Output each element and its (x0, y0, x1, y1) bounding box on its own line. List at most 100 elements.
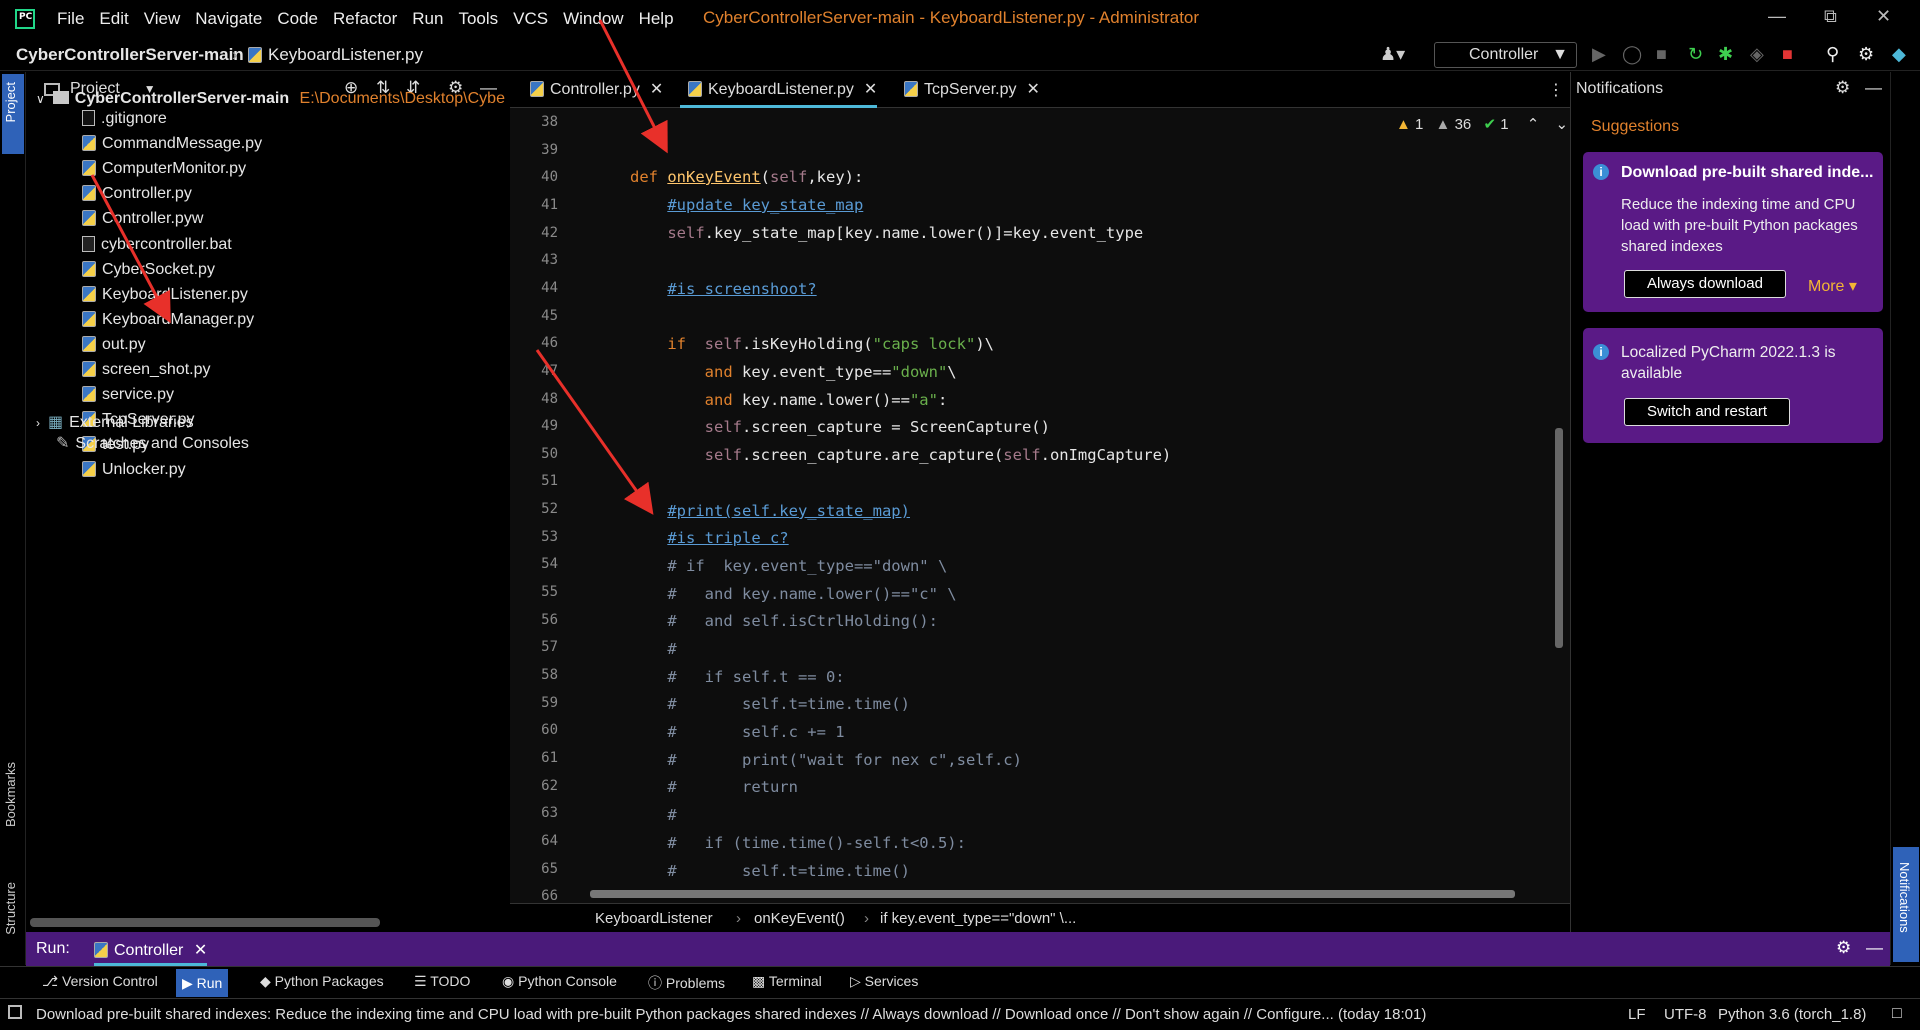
menu-vcs[interactable]: VCS (513, 9, 548, 29)
gear-icon[interactable]: ⚙ (1858, 44, 1874, 65)
code-line-54[interactable]: # if key.event_type=="down" \ (630, 557, 947, 575)
menu-refactor[interactable]: Refactor (333, 9, 397, 29)
code-line-60[interactable]: # self.c += 1 (630, 723, 844, 741)
tool-python-packages[interactable]: ◆ Python Packages (260, 973, 384, 990)
line-separator[interactable]: LF (1628, 1006, 1646, 1023)
code-line-41[interactable]: #update key_state_map (630, 196, 863, 214)
crumb-statement[interactable]: if key.event_type=="down" \... (880, 910, 1076, 927)
code-line-64[interactable]: # if (time.time()-self.t<0.5): (630, 834, 966, 852)
code-line-59[interactable]: # self.t=time.time() (630, 695, 910, 713)
breadcrumb-file[interactable]: KeyboardListener.py (248, 45, 423, 65)
tool-python-console[interactable]: ◉ Python Console (502, 973, 617, 990)
editor-horizontal-scrollbar[interactable] (590, 890, 1515, 898)
menu-tools[interactable]: Tools (458, 9, 498, 29)
menu-help[interactable]: Help (639, 9, 674, 29)
tool-todo[interactable]: ☰ TODO (414, 973, 470, 990)
notifications-tool-label[interactable]: Notifications (1897, 862, 1912, 933)
bookmarks-tool-label[interactable]: Bookmarks (3, 762, 18, 827)
tree-file[interactable]: cybercontroller.bat (82, 234, 232, 256)
tree-file[interactable]: out.py (82, 334, 146, 356)
code-line-52[interactable]: #print(self.key_state_map) (630, 502, 910, 520)
chevron-up-icon[interactable]: ⌃ (1527, 116, 1540, 133)
stop-icon[interactable]: ■ (1782, 44, 1793, 65)
code-line-65[interactable]: # self.t=time.time() (630, 862, 910, 880)
debug-run-icon[interactable]: ◯ (1622, 44, 1642, 65)
chevron-down-icon[interactable]: ⌄ (1555, 116, 1568, 133)
menu-view[interactable]: View (144, 9, 181, 29)
more-tabs-icon[interactable]: ⋮ (1548, 80, 1564, 100)
tree-file[interactable]: service.py (82, 384, 174, 406)
tool-version-control[interactable]: ⎇ Version Control (42, 973, 158, 990)
gear-icon[interactable]: ⚙ (1835, 78, 1850, 98)
minimize-icon[interactable]: — (1768, 6, 1786, 27)
tab-keyboard-listener[interactable]: KeyboardListener.py ✕ (680, 72, 878, 108)
gear-icon[interactable]: ⚙ (1836, 938, 1851, 958)
python-interpreter[interactable]: Python 3.6 (torch_1.8) (1718, 1006, 1866, 1023)
vertical-scrollbar[interactable] (1555, 428, 1563, 648)
code-line-50[interactable]: self.screen_capture.are_capture(self.onI… (630, 446, 1172, 464)
inspection-widget[interactable]: ▲ 1 ▲ 36 ✔ 1 ⌃ ⌄ (1396, 115, 1568, 133)
structure-tool-label[interactable]: Structure (3, 882, 18, 935)
code-line-44[interactable]: #is screenshoot? (630, 280, 816, 298)
crumb-function[interactable]: onKeyEvent() (754, 910, 845, 927)
tab-tcp-server[interactable]: TcpServer.py ✕ (896, 72, 1040, 108)
bug-icon[interactable]: ✱ (1718, 44, 1733, 65)
file-encoding[interactable]: UTF-8 (1664, 1006, 1707, 1023)
menu-code[interactable]: Code (277, 9, 318, 29)
tree-file[interactable]: Controller.py (82, 183, 192, 205)
code-line-62[interactable]: # return (630, 778, 798, 796)
tab-controller[interactable]: Controller.py ✕ (522, 72, 663, 108)
code-line-56[interactable]: # and self.isCtrlHolding(): (630, 612, 938, 630)
close-tab-icon[interactable]: ✕ (864, 81, 877, 98)
tool-run[interactable]: ▶ Run (176, 969, 229, 997)
run-icon[interactable]: ▶ (1592, 44, 1606, 65)
more-link[interactable]: More ▾ (1808, 276, 1857, 296)
tree-scratches[interactable]: ✎ Scratches and Consoles (56, 433, 249, 455)
breadcrumb-project[interactable]: CyberControllerServer-main (16, 45, 244, 65)
always-download-button[interactable]: Always download (1624, 270, 1786, 298)
tree-file[interactable]: KeyboardListener.py (82, 284, 248, 306)
hide-panel-icon[interactable]: — (1866, 938, 1883, 958)
jetbrains-icon[interactable]: ◆ (1892, 44, 1906, 65)
code-line-40[interactable]: def onKeyEvent(self,key): (630, 168, 863, 186)
tool-problems[interactable]: ⓘ Problems (648, 973, 725, 993)
notifications-bell-icon[interactable]: □ (1892, 1005, 1902, 1023)
rerun-icon[interactable]: ↻ (1688, 44, 1703, 65)
code-line-63[interactable]: # (630, 806, 676, 824)
user-icon[interactable]: ♟▾ (1380, 44, 1405, 65)
restore-icon[interactable]: ⧉ (1824, 6, 1837, 27)
code-line-42[interactable]: self.key_state_map[key.name.lower()]=key… (630, 224, 1143, 242)
close-tab-icon[interactable]: ✕ (1026, 81, 1039, 98)
crumb-class[interactable]: KeyboardListener (595, 910, 713, 927)
tree-file[interactable]: ComputerMonitor.py (82, 158, 246, 180)
tree-file[interactable]: Controller.pyw (82, 208, 203, 230)
coverage-icon[interactable]: ◈ (1750, 44, 1764, 65)
horizontal-scrollbar[interactable] (30, 918, 380, 927)
switch-and-restart-button[interactable]: Switch and restart (1624, 398, 1790, 426)
tool-services[interactable]: ▷ Services (850, 973, 918, 990)
code-line-49[interactable]: self.screen_capture = ScreenCapture() (630, 418, 1050, 436)
status-message[interactable]: Download pre-built shared indexes: Reduc… (36, 1006, 1426, 1023)
menu-edit[interactable]: Edit (99, 9, 128, 29)
close-tab-icon[interactable]: ✕ (194, 942, 207, 959)
menu-run[interactable]: Run (412, 9, 443, 29)
code-line-53[interactable]: #is triple c? (630, 529, 788, 547)
menu-file[interactable]: File (57, 9, 84, 29)
code-line-48[interactable]: and key.name.lower()=="a": (630, 391, 948, 409)
menu-window[interactable]: Window (563, 9, 623, 29)
project-tool-label[interactable]: Project (3, 82, 18, 122)
status-toggle-icon[interactable] (8, 1005, 22, 1019)
close-window-icon[interactable]: ✕ (1876, 6, 1891, 27)
run-config-select[interactable]: Controller ▼ (1434, 42, 1577, 68)
code-line-57[interactable]: # (630, 640, 676, 658)
tree-external-libraries[interactable]: › ▦ External Libraries (36, 412, 194, 434)
tree-file[interactable]: KeyboardManager.py (82, 309, 254, 331)
tree-file[interactable]: screen_shot.py (82, 359, 211, 381)
tree-file[interactable]: Unlocker.py (82, 459, 186, 481)
stop-gray-icon[interactable]: ■ (1656, 44, 1667, 65)
tree-file[interactable]: CyberSocket.py (82, 259, 215, 281)
code-line-58[interactable]: # if self.t == 0: (630, 668, 844, 686)
code-line-61[interactable]: # print("wait for nex c",self.c) (630, 751, 1022, 769)
code-line-47[interactable]: and key.event_type=="down"\ (630, 363, 957, 381)
menu-navigate[interactable]: Navigate (195, 9, 262, 29)
